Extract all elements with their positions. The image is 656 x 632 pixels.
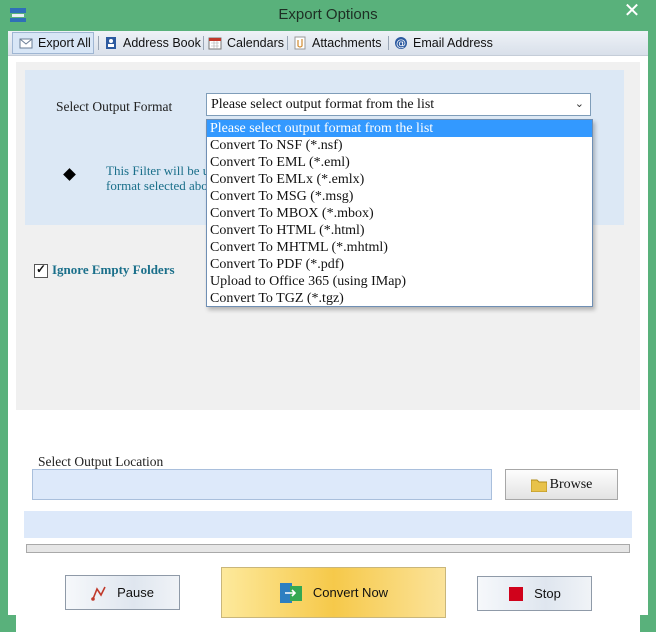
envelope-icon [19,38,33,49]
output-format-select[interactable]: Please select output format from the lis… [206,93,591,116]
export-options-window: Export Options ✕ Export All Address Book… [0,0,656,632]
output-format-label: Select Output Format [56,99,173,114]
close-icon[interactable]: ✕ [618,1,646,23]
stop-icon [509,586,524,601]
paperclip-icon [294,36,306,50]
tab-export-all[interactable]: Export All [12,32,94,54]
tab-separator [287,36,288,50]
tab-address-book[interactable]: Address Book [104,33,201,53]
tab-separator [203,36,204,50]
convert-now-button[interactable]: Convert Now [221,567,446,618]
format-option[interactable]: Convert To PDF (*.pdf) [207,256,592,273]
pause-button[interactable]: Pause [65,575,180,610]
browse-button[interactable]: Browse [505,469,618,500]
at-sign-icon: @ [395,37,407,50]
format-option[interactable]: Convert To EML (*.eml) [207,154,592,171]
browse-label: Browse [549,476,593,492]
stop-button[interactable]: Stop [477,576,592,611]
tab-bar: Export All Address Book Calendars Attach… [8,31,648,56]
window-title: Export Options [278,6,378,23]
stop-label: Stop [534,586,561,601]
tab-calendars[interactable]: Calendars [208,33,284,53]
status-bar [24,511,632,538]
format-option[interactable]: Convert To NSF (*.nsf) [207,137,592,154]
convert-icon [279,582,302,603]
tab-label: Export All [38,36,91,50]
tab-separator [388,36,389,50]
format-option[interactable]: Upload to Office 365 (using IMap) [207,273,592,290]
filter-note: This Filter will be us format selected a… [106,163,214,193]
tab-label: Calendars [227,36,284,50]
format-option[interactable]: Convert To MSG (*.msg) [207,188,592,205]
output-format-selected-value: Please select output format from the lis… [211,97,435,112]
folder-icon [530,479,547,492]
format-option[interactable]: Convert To TGZ (*.tgz) [207,290,592,307]
chevron-down-icon: ⌄ [574,98,584,110]
progress-bar [26,544,630,553]
ignore-empty-folders-label[interactable]: Ignore Empty Folders [52,262,175,278]
output-format-dropdown-list[interactable]: Please select output format from the lis… [206,119,593,307]
title-bar[interactable]: Export Options ✕ [0,0,656,31]
filter-note-line: This Filter will be us [106,163,215,178]
tab-email-address[interactable]: @ Email Address [394,33,493,53]
format-option[interactable]: Please select output format from the lis… [207,120,592,137]
format-option[interactable]: Convert To MHTML (*.mhtml) [207,239,592,256]
pause-label: Pause [117,585,154,600]
ignore-empty-folders-checkbox[interactable]: ✓ [34,262,48,278]
output-location-input[interactable] [32,469,492,500]
tab-attachments[interactable]: Attachments [293,33,381,53]
filter-note-line: format selected abov [106,178,215,193]
svg-text:@: @ [396,39,406,50]
tab-label: Address Book [123,36,201,50]
pause-icon [91,586,106,601]
tab-separator [98,36,99,50]
tab-label: Attachments [312,36,382,50]
diamond-bullet-icon [63,168,76,181]
address-book-icon [106,37,116,49]
convert-label: Convert Now [312,585,389,600]
checkmark-icon: ✓ [36,262,47,276]
format-option[interactable]: Convert To MBOX (*.mbox) [207,205,592,222]
format-option[interactable]: Convert To EMLx (*.emlx) [207,171,592,188]
output-location-label: Select Output Location [38,454,164,469]
format-option[interactable]: Convert To HTML (*.html) [207,222,592,239]
calendar-icon [208,37,222,50]
tab-label: Email Address [413,36,493,50]
